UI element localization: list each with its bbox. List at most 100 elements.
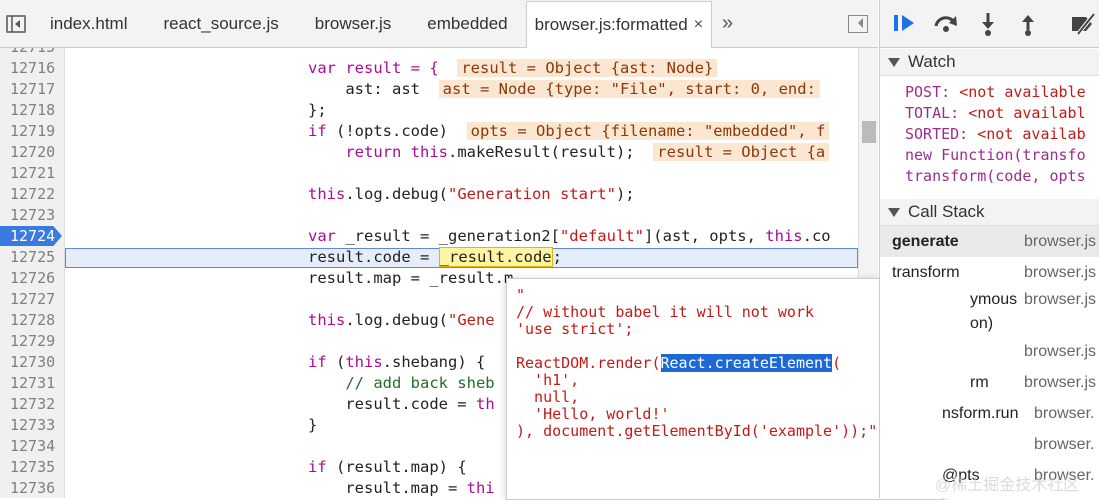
call-frame[interactable]: transform browser.js [880, 257, 1099, 288]
popover-line: 'use strict'; [516, 320, 634, 338]
frame-source: browser.js [1024, 291, 1097, 308]
collapse-triangle-icon [888, 207, 900, 217]
frame-function: nsform.run [942, 404, 1019, 422]
scrollbar-thumb[interactable] [862, 121, 876, 143]
watch-expr: new Function(transfo [905, 146, 1086, 164]
popover-line: 'h1', [516, 371, 580, 389]
code-token: .log.debug( [345, 311, 448, 329]
tab-index-html[interactable]: index.html [32, 0, 145, 47]
code-token: ast: ast [308, 80, 420, 98]
popover-line: ), document.getElementById('example'));" [516, 422, 878, 440]
debugger-toolbar [880, 0, 1099, 48]
popover-line: " [516, 286, 526, 304]
call-frame[interactable]: browser. [880, 429, 1099, 460]
call-stack-section-header[interactable]: Call Stack [880, 199, 1099, 226]
debugger-sidebar: Watch POST: <not available TOTAL: <not a… [879, 0, 1099, 498]
code-token: .co [802, 227, 831, 245]
line-number[interactable]: 12729 [10, 331, 60, 352]
code-line: 12723 [0, 205, 878, 226]
step-over-icon[interactable] [932, 12, 960, 34]
tab-label: browser.js:formatted [534, 15, 688, 34]
inline-value: opts = Object {filename: "embedded", f [466, 122, 830, 140]
tab-react-source[interactable]: react_source.js [145, 0, 296, 47]
frame-source: browser. [1034, 435, 1095, 453]
popover-line: 'Hello, world!' [516, 405, 670, 423]
deactivate-breakpoints-icon[interactable] [1070, 12, 1098, 36]
watch-title: Watch [908, 52, 956, 71]
call-frame[interactable]: ymous browser.js [880, 288, 1099, 312]
frame-source: browser.js [1024, 232, 1097, 250]
watch-section-header[interactable]: Watch [880, 49, 1099, 76]
code-token: result.map = [308, 479, 467, 497]
popover-line: // without babel it will not work [516, 303, 815, 321]
code-token: ); [615, 185, 635, 203]
frame-source: browser. [1034, 404, 1095, 422]
code-token: thi [466, 479, 495, 497]
call-frame[interactable]: generate browser.js [880, 226, 1099, 257]
popover-line: null, [516, 388, 580, 406]
call-frame[interactable]: browser.js [880, 336, 1099, 367]
frame-source: browser.js [1024, 373, 1097, 391]
code-token: if [308, 353, 327, 371]
call-frame[interactable]: rm browser.js [880, 367, 1099, 398]
debugger-pane-toggle-icon[interactable] [848, 15, 868, 33]
call-frame[interactable]: nsform.run browser. [880, 398, 1099, 429]
frame-source: browser.js [1024, 342, 1097, 360]
frame-function: transform [892, 263, 960, 281]
frame-function: on) [970, 315, 994, 332]
watch-item[interactable]: transform(code, opts [880, 166, 1099, 187]
close-icon[interactable]: × [694, 16, 703, 34]
line-number[interactable]: 12715 [10, 48, 60, 58]
watermark: @稀土掘金技术社区 [935, 477, 1080, 494]
code-token: result.code = [308, 395, 476, 413]
watch-item[interactable]: POST: <not available [880, 82, 1099, 103]
popover-line [507, 338, 943, 355]
line-number[interactable]: 12734 [10, 436, 60, 457]
more-tabs-button[interactable]: » [712, 12, 743, 35]
watch-item[interactable]: new Function(transfo [880, 145, 1099, 166]
line-number[interactable]: 12721 [10, 163, 60, 184]
hovered-expression[interactable]: _result.code [438, 247, 553, 267]
code-token: this [410, 143, 448, 161]
resume-icon[interactable] [892, 12, 918, 34]
step-into-icon[interactable] [978, 12, 998, 36]
code-token: this [345, 353, 383, 371]
call-frame[interactable]: on) [880, 312, 1099, 336]
code-token: // add back sheb [308, 374, 495, 392]
inline-value: result = Object {ast: Node} [457, 59, 718, 77]
popover-text: ( [832, 354, 842, 372]
code-token: var result = { [308, 59, 439, 77]
code-token: if [308, 458, 327, 476]
tab-embedded[interactable]: embedded [409, 0, 525, 47]
watch-expr: SORTED: [905, 125, 978, 143]
code-token: ; [552, 248, 562, 266]
tab-browser-js[interactable]: browser.js [297, 0, 410, 47]
code-token: return [308, 143, 411, 161]
line-number[interactable]: 12723 [10, 205, 60, 226]
watch-item[interactable]: TOTAL: <not availabl [880, 103, 1099, 124]
code-line: 12715 [0, 48, 878, 58]
code-token: } [308, 416, 318, 434]
code-token: this [765, 227, 803, 245]
code-token: .makeResult(result); [447, 143, 635, 161]
code-token: .shebang) { [382, 353, 486, 371]
frame-function: ymous [970, 291, 1018, 308]
code-token: result.code = [308, 248, 439, 266]
line-number[interactable]: 12727 [10, 289, 60, 310]
code-token: "default" [559, 227, 644, 245]
navigator-toggle-button[interactable] [0, 0, 32, 47]
watch-value: <not available [959, 83, 1086, 101]
watch-value: <not availab [977, 125, 1086, 143]
popover-selection: React.createElement [660, 354, 833, 372]
watch-expr: transform(code, opts [905, 167, 1086, 185]
code-token: ( [326, 353, 346, 371]
code-token: .log.debug( [345, 185, 448, 203]
code-token: (!opts.code) [326, 122, 448, 140]
tab-browser-js-formatted[interactable]: browser.js:formatted × [525, 1, 713, 48]
code-token: "Gene [447, 311, 495, 329]
code-token: var [308, 227, 336, 245]
code-token: this [308, 185, 346, 203]
step-out-icon[interactable] [1018, 12, 1038, 36]
watch-item[interactable]: SORTED: <not availab [880, 124, 1099, 145]
watch-list: POST: <not available TOTAL: <not availab… [880, 76, 1099, 199]
